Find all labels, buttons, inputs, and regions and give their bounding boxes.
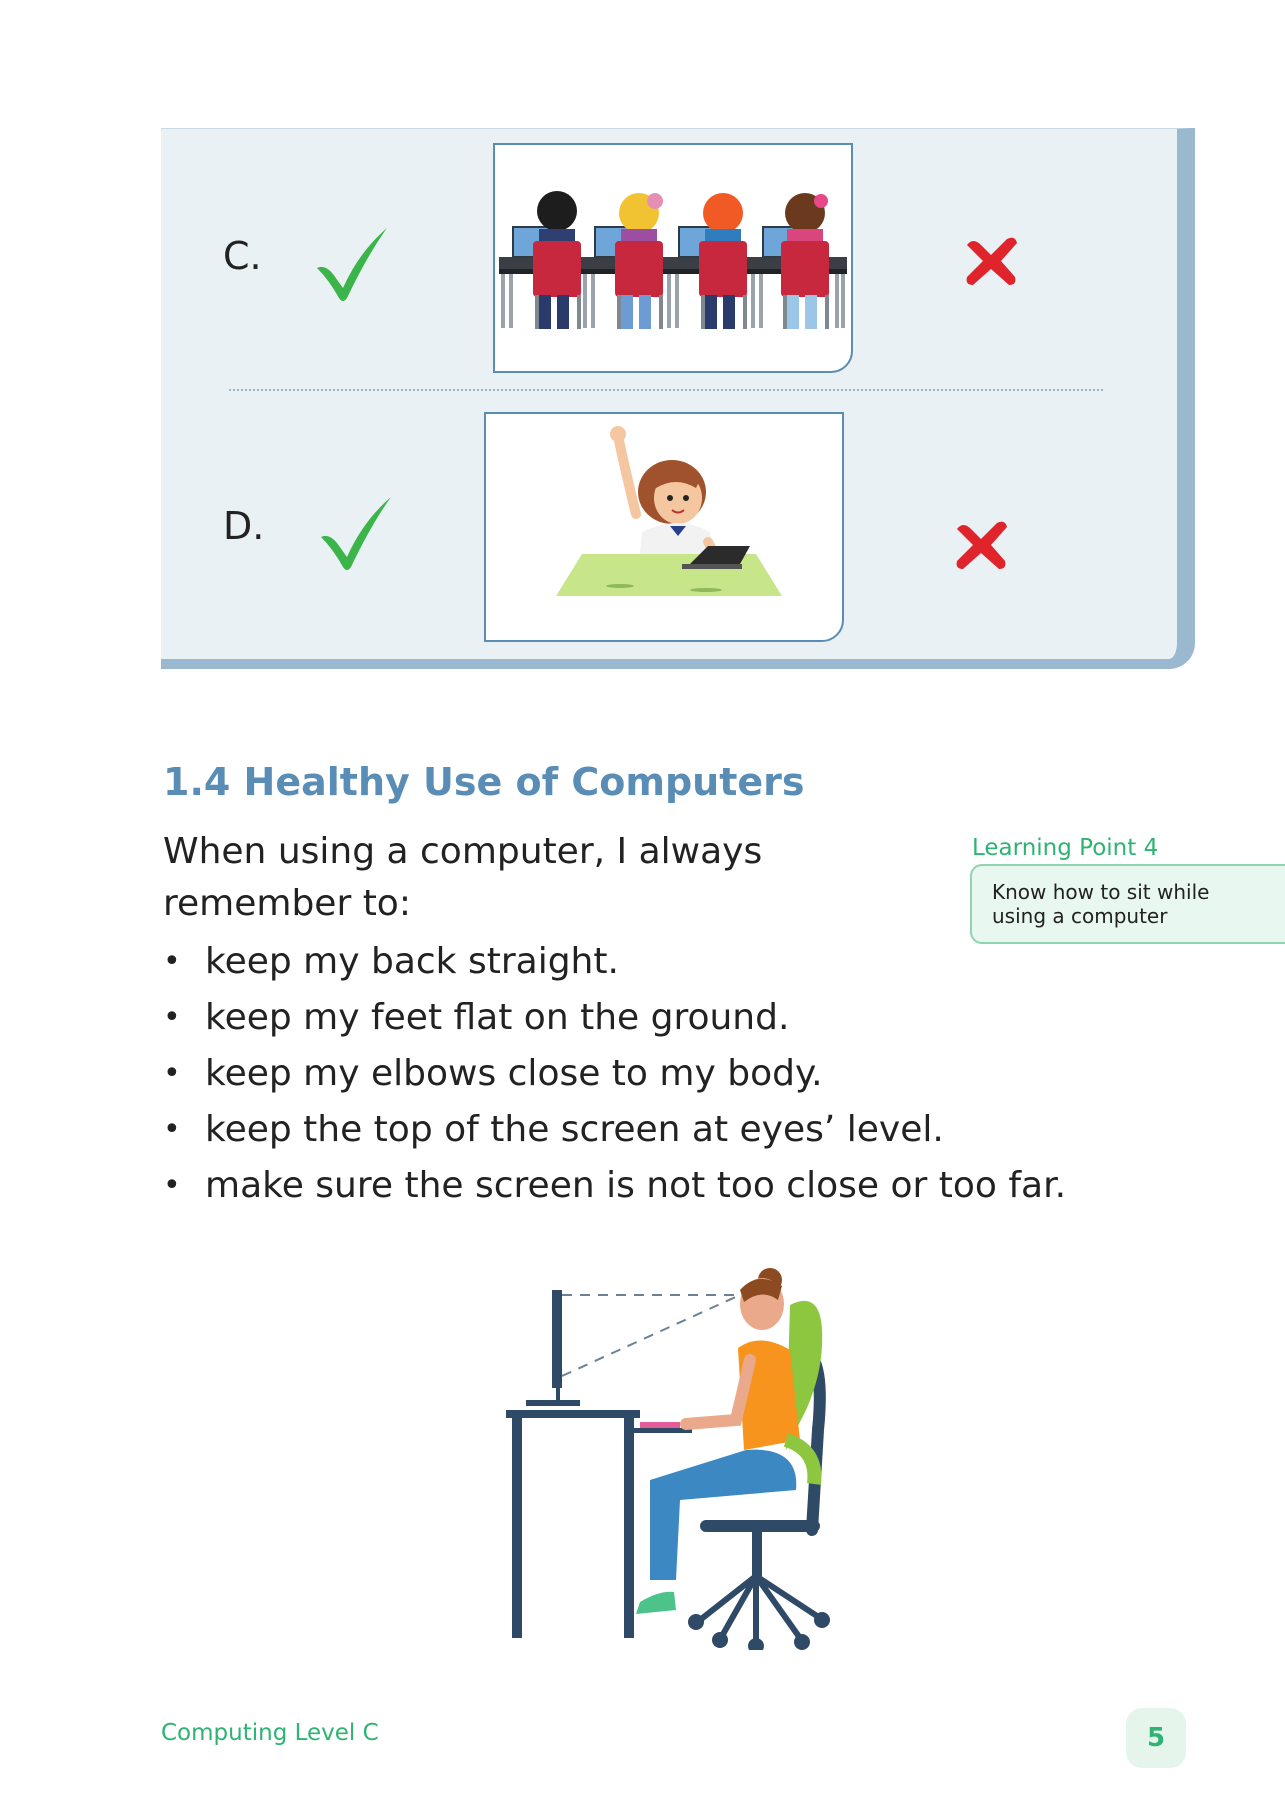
page-number: 5	[1126, 1708, 1186, 1768]
list-item: keep my feet flat on the ground.	[163, 990, 1066, 1046]
learning-point-box: Know how to sit while using a computer	[970, 864, 1285, 944]
exercise-panel: C. D.	[161, 128, 1195, 669]
footer-book-title: Computing Level C	[161, 1720, 379, 1746]
picture-children-at-computers	[493, 143, 853, 373]
row-c-letter: C.	[223, 234, 262, 278]
cross-icon[interactable]	[951, 519, 1011, 571]
check-icon[interactable]	[315, 493, 397, 573]
check-icon[interactable]	[311, 224, 393, 304]
row-divider	[229, 389, 1103, 391]
list-item: keep the top of the screen at eyes’ leve…	[163, 1102, 1066, 1158]
picture-girl-raising-hand	[484, 412, 844, 642]
learning-point-title: Learning Point 4	[972, 835, 1159, 861]
sitting-posture-illustration	[506, 1268, 830, 1650]
list-item: keep my elbows close to my body.	[163, 1046, 1066, 1102]
girl-raising-hand-illustration	[556, 426, 782, 596]
children-at-computers-illustration	[499, 191, 847, 329]
section-title: 1.4 Healthy Use of Computers	[163, 760, 805, 804]
cross-icon[interactable]	[961, 235, 1021, 287]
list-item: keep my back straight.	[163, 934, 1066, 990]
learning-point-text-2: using a computer	[992, 904, 1168, 928]
section-intro: When using a computer, I always remember…	[163, 831, 763, 924]
learning-point-text-1: Know how to sit while	[992, 880, 1210, 904]
posture-tips-list: keep my back straight. keep my feet flat…	[163, 934, 1066, 1214]
row-d-letter: D.	[223, 504, 265, 548]
list-item: make sure the screen is not too close or…	[163, 1158, 1066, 1214]
